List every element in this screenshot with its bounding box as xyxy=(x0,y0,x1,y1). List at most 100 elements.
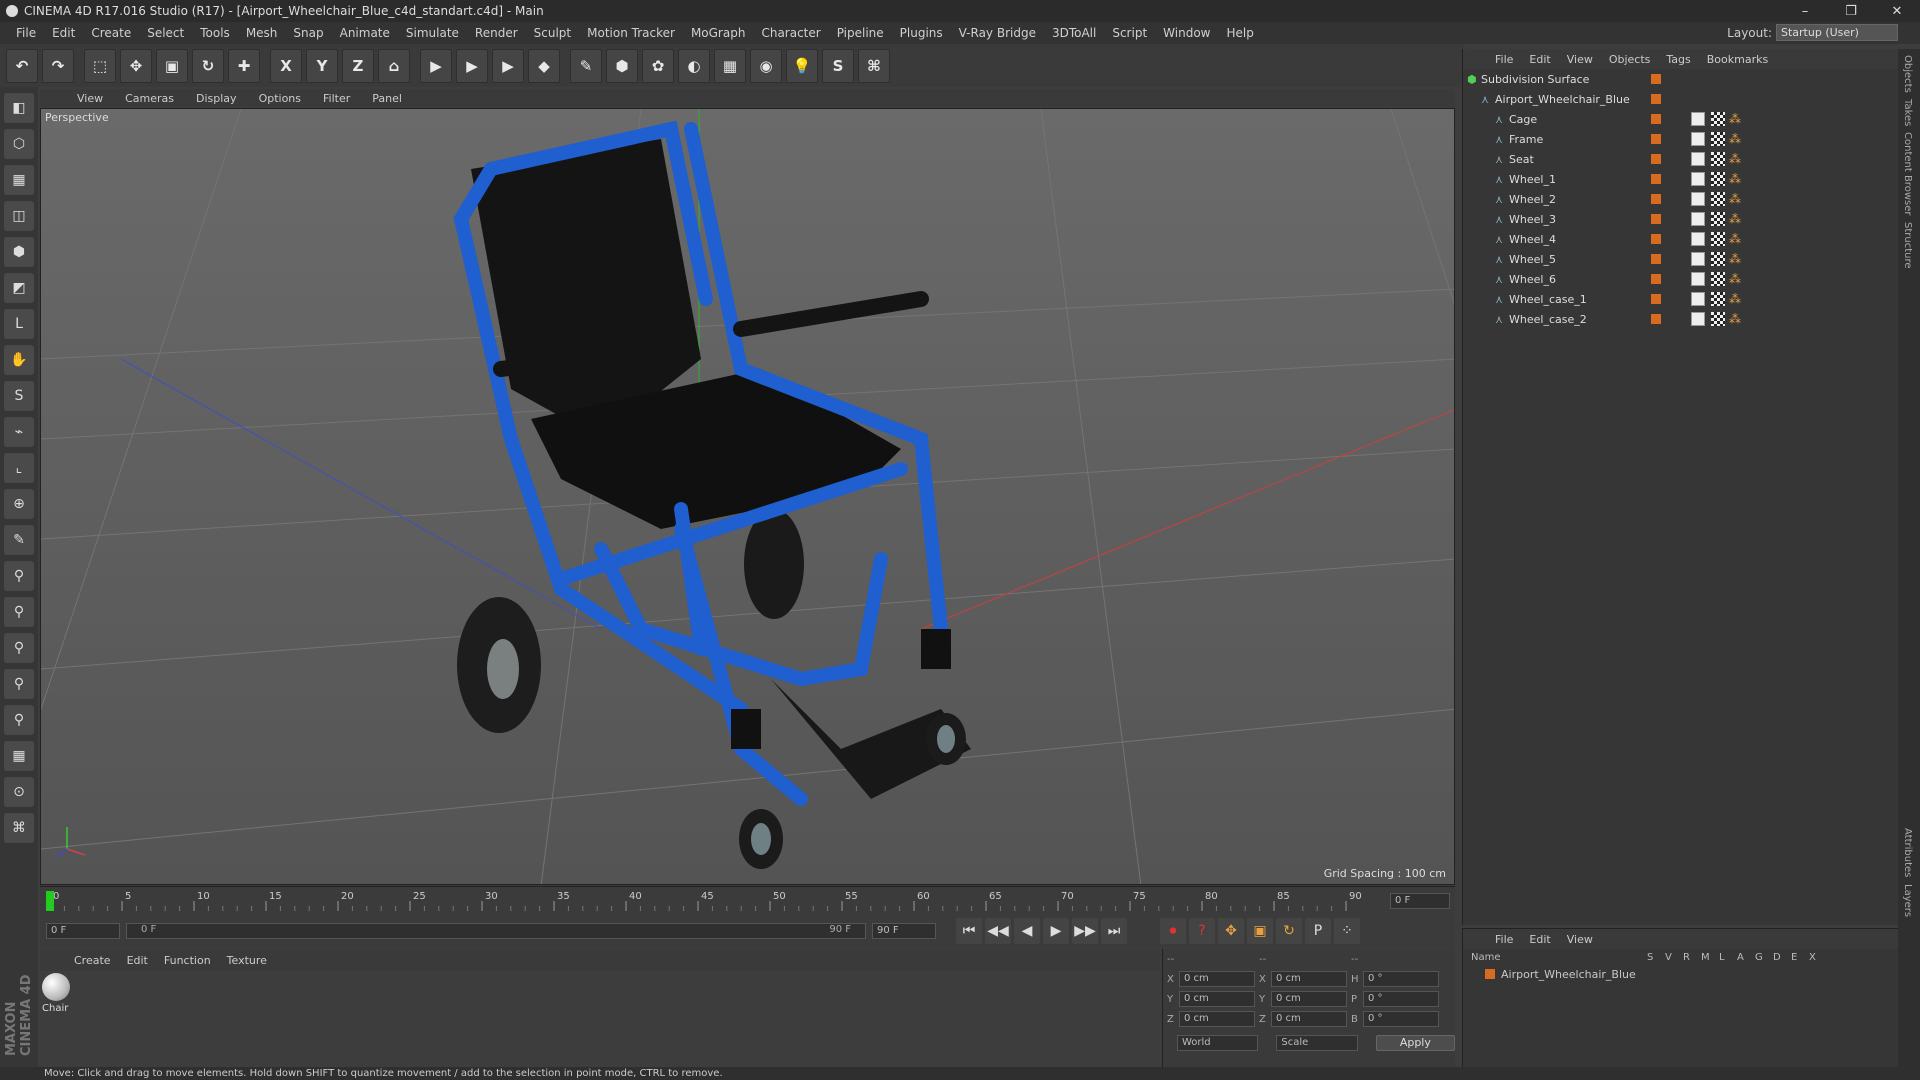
left-tool-7-icon[interactable]: ✋ xyxy=(4,345,34,375)
coord-a-field[interactable]: 0 cm xyxy=(1179,1011,1255,1027)
scale-select[interactable]: Scale xyxy=(1276,1035,1358,1051)
toolbar-5-icon[interactable]: ↻ xyxy=(192,48,224,83)
texture-tag-icon[interactable] xyxy=(1711,232,1725,246)
object-row-airport-wheelchair-blue[interactable]: ⋏ Airport_Wheelchair_Blue xyxy=(1471,89,1898,109)
toolbar-0-icon[interactable]: ↶ xyxy=(6,48,38,83)
material-tag[interactable] xyxy=(1691,292,1705,306)
toolbar-15-icon[interactable]: ✎ xyxy=(570,48,602,83)
layer-col-m[interactable]: M xyxy=(1701,952,1719,963)
left-tool-9-icon[interactable]: ⌁ xyxy=(4,417,34,447)
visibility-dot[interactable] xyxy=(1651,214,1661,224)
layer-col-g[interactable]: G xyxy=(1755,952,1773,963)
toolbar-10-icon[interactable]: ⌂ xyxy=(378,48,410,83)
play-button[interactable]: ▶ xyxy=(1043,918,1069,944)
visibility-dot[interactable] xyxy=(1651,294,1661,304)
left-tool-17-icon[interactable]: ⚲ xyxy=(4,705,34,735)
apply-button[interactable]: Apply xyxy=(1375,1035,1456,1051)
viewport-menu-view[interactable]: View xyxy=(66,92,114,105)
phong-tag-icon[interactable]: ⁂ xyxy=(1729,252,1741,266)
object-menu-edit[interactable]: Edit xyxy=(1521,53,1558,66)
phong-tag-icon[interactable]: ⁂ xyxy=(1729,132,1741,146)
material-tag[interactable] xyxy=(1691,172,1705,186)
menu-edit[interactable]: Edit xyxy=(44,26,83,40)
menu-character[interactable]: Character xyxy=(753,26,828,40)
object-menu-view[interactable]: View xyxy=(1559,53,1601,66)
left-tool-0-icon[interactable]: ◧ xyxy=(4,93,34,123)
menu-select[interactable]: Select xyxy=(139,26,192,40)
left-tool-4-icon[interactable]: ⬢ xyxy=(4,237,34,267)
object-row-seat[interactable]: ⋏ Seat ⁂ xyxy=(1471,149,1898,169)
left-tool-15-icon[interactable]: ⚲ xyxy=(4,633,34,663)
menu-motion-tracker[interactable]: Motion Tracker xyxy=(579,26,683,40)
toolbar-9-icon[interactable]: Z xyxy=(342,48,374,83)
viewport-menu-filter[interactable]: Filter xyxy=(312,92,361,105)
go-to-start-button[interactable]: ⏮ xyxy=(956,918,982,944)
side-tab-layers[interactable]: Layers xyxy=(1902,884,1913,917)
material-tag[interactable] xyxy=(1691,192,1705,206)
toolbar-16-icon[interactable]: ⬢ xyxy=(606,48,638,83)
toolbar-23-icon[interactable]: ⌘ xyxy=(858,48,890,83)
left-tool-13-icon[interactable]: ⚲ xyxy=(4,561,34,591)
layer-col-e[interactable]: E xyxy=(1791,952,1809,963)
menu-window[interactable]: Window xyxy=(1155,26,1218,40)
layer-menu-edit[interactable]: Edit xyxy=(1521,933,1558,946)
move-key-button[interactable]: ✥ xyxy=(1218,918,1244,944)
texture-tag-icon[interactable] xyxy=(1711,212,1725,226)
left-tool-19-icon[interactable]: ⊙ xyxy=(4,777,34,807)
viewport-menu-display[interactable]: Display xyxy=(185,92,248,105)
visibility-dot[interactable] xyxy=(1651,114,1661,124)
menu-render[interactable]: Render xyxy=(467,26,526,40)
left-tool-8-icon[interactable]: S xyxy=(4,381,34,411)
left-tool-11-icon[interactable]: ⊕ xyxy=(4,489,34,519)
layer-col-r[interactable]: R xyxy=(1683,952,1701,963)
visibility-dot[interactable] xyxy=(1651,254,1661,264)
playhead[interactable] xyxy=(46,891,54,911)
material-tag[interactable] xyxy=(1691,212,1705,226)
texture-tag-icon[interactable] xyxy=(1711,152,1725,166)
left-tool-2-icon[interactable]: ▦ xyxy=(4,165,34,195)
coord-c-field[interactable]: 0 ° xyxy=(1363,991,1439,1007)
layer-col-x[interactable]: X xyxy=(1809,952,1827,963)
toolbar-20-icon[interactable]: ◉ xyxy=(750,48,782,83)
rotate-key-button[interactable]: ↻ xyxy=(1276,918,1302,944)
object-row-frame[interactable]: ⋏ Frame ⁂ xyxy=(1471,129,1898,149)
texture-tag-icon[interactable] xyxy=(1711,272,1725,286)
menu-v-ray-bridge[interactable]: V-Ray Bridge xyxy=(951,26,1044,40)
viewport[interactable]: Perspective Grid Spacing : 100 cm xyxy=(40,108,1455,885)
material-menu-function[interactable]: Function xyxy=(156,954,219,967)
texture-tag-icon[interactable] xyxy=(1711,192,1725,206)
coord-c-field[interactable]: 0 ° xyxy=(1363,1011,1439,1027)
layer-col-v[interactable]: V xyxy=(1665,952,1683,963)
object-menu-bookmarks[interactable]: Bookmarks xyxy=(1699,53,1776,66)
pla-key-button[interactable]: ⁘ xyxy=(1334,918,1360,944)
left-tool-5-icon[interactable]: ◩ xyxy=(4,273,34,303)
toolbar-3-icon[interactable]: ✥ xyxy=(120,48,152,83)
material-tag[interactable] xyxy=(1691,132,1705,146)
material-tag[interactable] xyxy=(1691,312,1705,326)
material-chair[interactable]: Chair xyxy=(42,973,72,1019)
menu-mograph[interactable]: MoGraph xyxy=(683,26,754,40)
close-button[interactable]: ✕ xyxy=(1874,0,1920,22)
layer-row[interactable]: Airport_Wheelchair_Blue xyxy=(1463,965,1898,983)
toolbar-12-icon[interactable]: ▶ xyxy=(456,48,488,83)
material-tag[interactable] xyxy=(1691,252,1705,266)
range-slider[interactable]: 0 F 90 F xyxy=(126,923,866,939)
menu-animate[interactable]: Animate xyxy=(332,26,398,40)
menu-script[interactable]: Script xyxy=(1104,26,1155,40)
left-tool-1-icon[interactable]: ⬡ xyxy=(4,129,34,159)
layer-col-d[interactable]: D xyxy=(1773,952,1791,963)
left-tool-10-icon[interactable]: ⌞ xyxy=(4,453,34,483)
step-back-button[interactable]: ◀◀ xyxy=(985,918,1011,944)
side-tab-attributes[interactable]: Attributes xyxy=(1902,828,1913,877)
toolbar-7-icon[interactable]: X xyxy=(270,48,302,83)
play-reverse-button[interactable]: ◀ xyxy=(1014,918,1040,944)
side-tab-takes[interactable]: Takes xyxy=(1902,99,1913,126)
material-menu-edit[interactable]: Edit xyxy=(119,954,156,967)
toolbar-14-icon[interactable]: ◆ xyxy=(528,48,560,83)
toolbar-13-icon[interactable]: ▶ xyxy=(492,48,524,83)
toolbar-22-icon[interactable]: S xyxy=(822,48,854,83)
visibility-dot[interactable] xyxy=(1651,134,1661,144)
toolbar-17-icon[interactable]: ✿ xyxy=(642,48,674,83)
toolbar-1-icon[interactable]: ↷ xyxy=(42,48,74,83)
phong-tag-icon[interactable]: ⁂ xyxy=(1729,152,1741,166)
